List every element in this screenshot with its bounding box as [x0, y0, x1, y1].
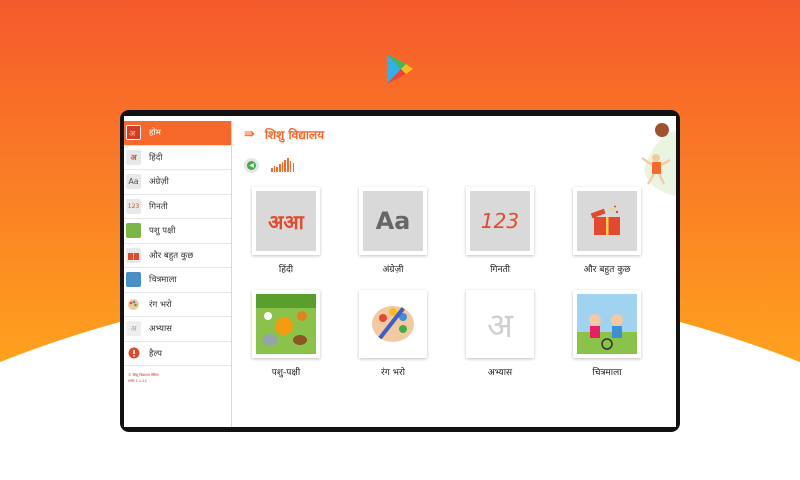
navigation-drawer: अ होम अ हिंदी Aa अंग्रेज़ी 123 गिनती पशु…: [124, 121, 232, 427]
speaker-button[interactable]: ◀: [244, 157, 259, 173]
version-info: © शिशु विद्यालय वेबिना वर्जन 1.1.12: [124, 366, 231, 384]
numbers-icon: 123: [126, 198, 141, 214]
sidebar-item-label: चित्रमाला: [149, 275, 177, 286]
kids-scene-icon: [577, 294, 637, 354]
english-letters-icon: Aa: [126, 174, 141, 190]
tile-label-paint: रंग भरो: [381, 368, 405, 378]
tile-glyph: Aa: [375, 207, 411, 235]
tile-label-numbers: गिनती: [490, 265, 510, 275]
tile-label-english: अंग्रेज़ी: [382, 265, 404, 275]
sidebar-item-label: गिनती: [149, 201, 168, 212]
english-letters-icon: Aa: [363, 191, 423, 251]
sidebar-item-label: अभ्यास: [149, 324, 172, 335]
practice-icon: अ: [126, 321, 141, 337]
numbers-icon: 123: [470, 191, 530, 251]
sidebar-item-animals[interactable]: पशु पक्षी: [124, 219, 231, 244]
tile-label-practice: अभ्यास: [487, 368, 513, 378]
tile-animals[interactable]: [252, 290, 320, 358]
sidebar-item-practice[interactable]: अ अभ्यास: [124, 317, 231, 342]
tile-paint[interactable]: [359, 290, 427, 358]
sidebar-item-picture-book[interactable]: चित्रमाला: [124, 268, 231, 293]
home-icon: अ: [126, 125, 141, 141]
sidebar-item-english[interactable]: Aa अंग्रेज़ी: [124, 170, 231, 195]
paint-icon: [126, 296, 141, 312]
tile-glyph: 123: [480, 209, 520, 233]
sidebar-item-label: और बहुत कुछ: [149, 250, 194, 261]
dancing-kid-illustration: [641, 123, 676, 196]
tablet-frame: अ होम अ हिंदी Aa अंग्रेज़ी 123 गिनती पशु…: [120, 110, 680, 432]
app-screen: अ होम अ हिंदी Aa अंग्रेज़ी 123 गिनती पशु…: [124, 116, 676, 427]
equalizer-icon: [271, 158, 295, 172]
tile-glyph: अआ: [268, 209, 304, 234]
sidebar-item-paint[interactable]: रंग भरो: [124, 293, 231, 317]
picture-book-icon: [126, 272, 141, 288]
tile-english[interactable]: Aa: [359, 187, 427, 255]
app-bar: ⇛ शिशु विद्यालय: [232, 121, 676, 147]
sidebar-item-more[interactable]: और बहुत कुछ: [124, 244, 231, 268]
audio-controls: ◀: [244, 157, 295, 173]
tile-label-more: और बहुत कुछ: [583, 265, 631, 275]
help-icon: [126, 346, 141, 361]
sidebar-item-numbers[interactable]: 123 गिनती: [124, 195, 231, 219]
sidebar-item-label: होम: [149, 128, 161, 139]
version-text: वर्जन 1.1.12: [128, 379, 147, 383]
tile-label-picture-book: चित्रमाला: [592, 368, 622, 378]
tile-more[interactable]: [573, 187, 641, 255]
page-title: शिशु विद्यालय: [264, 127, 325, 142]
tile-picture-book[interactable]: [573, 290, 641, 358]
sidebar-item-hindi[interactable]: अ हिंदी: [124, 146, 231, 170]
gift-box-icon: [577, 191, 637, 251]
sidebar-item-label: पशु पक्षी: [149, 226, 176, 237]
menu-arrow-icon[interactable]: ⇛: [244, 127, 255, 142]
sidebar-item-label: रंग भरो: [149, 299, 172, 310]
speaker-icon: ◀: [247, 160, 256, 170]
tile-practice[interactable]: अ: [466, 290, 534, 358]
hindi-letters-icon: अ: [126, 149, 141, 165]
paint-palette-icon: [363, 294, 423, 354]
tile-glyph: अ: [487, 306, 513, 346]
animals-icon: [126, 223, 141, 239]
sidebar-item-home[interactable]: अ होम: [124, 121, 231, 146]
svg-text:अ: अ: [129, 129, 136, 138]
tile-label-animals: पशु-पक्षी: [271, 368, 301, 378]
sidebar-item-label: अंग्रेज़ी: [149, 177, 169, 188]
animals-icon: [256, 294, 316, 354]
gift-icon: [126, 247, 141, 263]
tile-numbers[interactable]: 123: [466, 187, 534, 255]
hindi-letters-icon: अआ: [256, 191, 316, 251]
tile-label-hindi: हिंदी: [278, 265, 294, 275]
sidebar-item-label: हिंदी: [149, 152, 163, 163]
trace-letter-icon: अ: [470, 294, 530, 354]
sidebar-item-help[interactable]: हैल्प: [124, 342, 231, 366]
play-store-icon: [387, 54, 413, 84]
sidebar-item-label: हैल्प: [149, 348, 162, 359]
tile-hindi[interactable]: अआ: [252, 187, 320, 255]
